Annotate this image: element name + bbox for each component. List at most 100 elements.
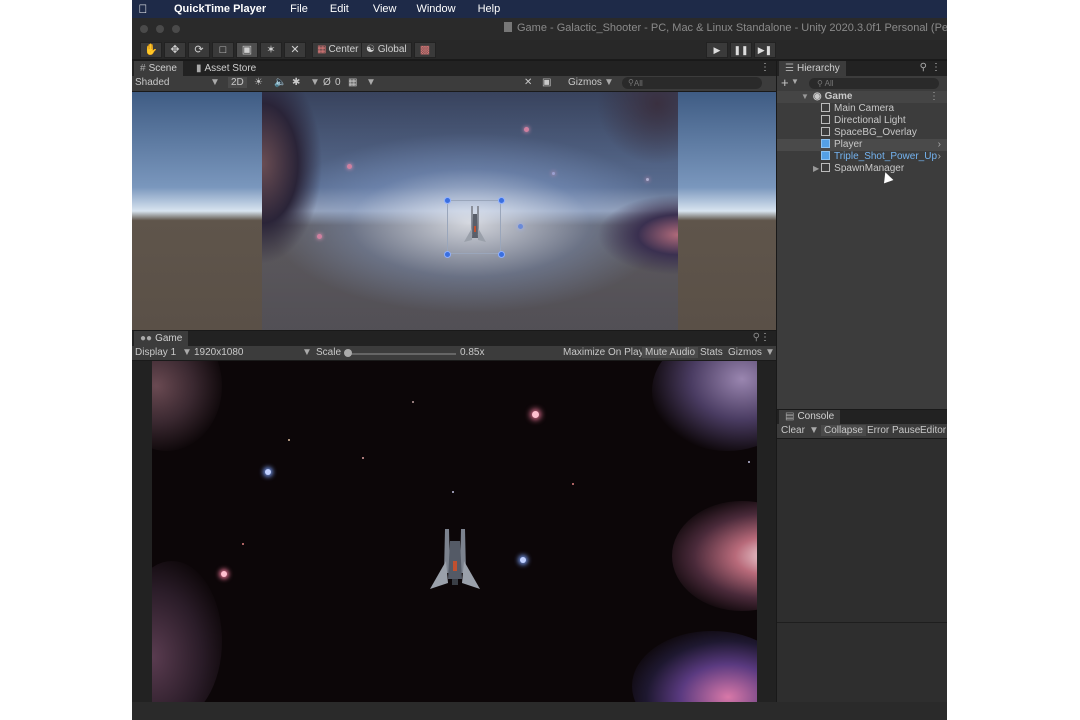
display-dropdown[interactable]: Display 1 [135,347,176,358]
hierarchy-menu-icon[interactable]: ⋮ [931,62,941,73]
close-window-button[interactable] [140,25,148,33]
toggle-2d-button[interactable]: 2D [228,77,247,88]
gizmos-dropdown-arrow-icon[interactable]: ▼ [604,77,614,88]
tab-hierarchy[interactable]: ☰ Hierarchy [779,61,846,76]
hierarchy-item-directional-light[interactable]: Directional Light [777,115,947,127]
console-divider[interactable] [777,622,947,623]
lock-icon[interactable]: ⚲ [753,332,760,343]
rotate-tool-icon[interactable]: ⟳ [188,42,210,58]
chevron-right-icon[interactable]: › [938,139,941,151]
menu-edit[interactable]: Edit [330,3,349,15]
tab-scene[interactable]: # Scene [134,61,183,76]
game-menu-icon[interactable]: ⋮ [760,332,770,343]
chevron-right-icon[interactable]: › [938,151,941,163]
hierarchy-scene-row[interactable]: ▼ ◉ Game ⋮ [777,91,947,103]
clear-dropdown-arrow-icon[interactable]: ▼ [809,425,819,436]
hierarchy-item-player[interactable]: Player › [777,139,947,151]
apple-icon[interactable]:  [132,2,154,16]
tab-asset-store[interactable]: ▮ Asset Store [190,61,262,76]
collapse-toggle[interactable]: Collapse [821,425,866,436]
grid-dropdown-arrow-icon[interactable]: ▼ [366,77,376,88]
selection-handle[interactable] [444,251,451,258]
scale-tool-icon[interactable]: □ [212,42,234,58]
editor-dropdown[interactable]: Editor [920,425,946,436]
play-button[interactable]: ▶ [706,42,728,58]
scene-player-ship[interactable] [462,204,488,248]
camera-icon[interactable]: ▣ [542,77,551,88]
hierarchy-tab-strip: ☰ Hierarchy ⚲ ⋮ [777,61,947,76]
shading-mode-dropdown[interactable]: Shaded [135,77,169,88]
custom-tool-icon[interactable]: ✕ [284,42,306,58]
scale-slider-track[interactable] [346,353,456,355]
hierarchy-search-input[interactable]: ⚲ All [809,78,939,89]
grid-icon[interactable]: ▦ [348,77,357,88]
hierarchy-item-spawn-manager[interactable]: ▶ SpawnManager [777,163,947,175]
scene-options-icon[interactable]: ⋮ [929,91,939,103]
menu-window[interactable]: Window [416,3,455,15]
step-button[interactable]: ▶❚ [754,42,776,58]
scene-menu-icon[interactable]: ⋮ [760,62,770,73]
audio-icon[interactable]: 🔈 [274,77,286,88]
console-log-area[interactable] [777,439,947,702]
console-tab-strip: ▤ Console [777,410,947,424]
window-title: Game - Galactic_Shooter - PC, Mac & Linu… [504,22,947,34]
stats-toggle[interactable]: Stats [700,347,723,358]
add-dropdown-arrow-icon[interactable]: ▼ [791,77,799,86]
hand-tool-icon[interactable]: ✋ [140,42,162,58]
shading-dropdown-arrow-icon[interactable]: ▼ [210,77,220,88]
resolution-dropdown-arrow-icon[interactable]: ▼ [302,347,312,358]
game-gizmos-arrow-icon[interactable]: ▼ [765,347,775,358]
gamepad-icon: ●● [140,333,153,344]
game-gizmos-dropdown[interactable]: Gizmos [728,347,762,358]
pivot-center-toggle[interactable]: ▦ Center [312,42,364,58]
selection-handle[interactable] [498,251,505,258]
selection-handle[interactable] [498,197,505,204]
menu-view[interactable]: View [373,3,397,15]
tab-game[interactable]: ●● Game [134,331,189,346]
hierarchy-lock-icon[interactable]: ⚲ [920,62,927,73]
transform-tool-icon[interactable]: ✶ [260,42,282,58]
resolution-dropdown[interactable]: 1920x1080 [194,347,244,358]
menu-help[interactable]: Help [478,3,501,15]
move-tool-icon[interactable]: ✥ [164,42,186,58]
scene-viewport[interactable] [132,92,776,330]
scene-gizmos-dropdown[interactable]: Gizmos [568,77,602,88]
effects-icon[interactable]: ✱ [292,77,300,88]
space-global-toggle[interactable]: ☯ Global [361,42,412,58]
game-viewport[interactable] [132,361,776,702]
scale-slider-knob[interactable] [344,349,352,357]
zoom-window-button[interactable] [172,25,180,33]
tab-console[interactable]: ▤ Console [779,410,841,424]
add-object-icon[interactable]: + [781,76,789,90]
hidden-objects-icon[interactable]: Ø [323,77,331,88]
display-dropdown-arrow-icon[interactable]: ▼ [182,347,192,358]
clear-button[interactable]: Clear [781,425,805,436]
tools-icon[interactable]: ✕ [524,77,532,88]
hierarchy-item-main-camera[interactable]: Main Camera [777,103,947,115]
hierarchy-item-triple-shot-power-up[interactable]: Triple_Shot_Power_Up › [777,151,947,163]
expand-arrow-icon[interactable]: ▼ [801,92,809,101]
scene-search-input[interactable]: ⚲ All [622,77,762,89]
nebula-top-right [652,361,757,451]
menu-file[interactable]: File [290,3,308,15]
scale-label: Scale [316,347,342,358]
pause-button[interactable]: ❚❚ [730,42,752,58]
minimize-window-button[interactable] [156,25,164,33]
star-small [242,543,244,545]
lighting-icon[interactable]: ☀ [254,77,263,88]
grid-snap-icon[interactable]: ▩ [414,42,436,58]
rect-tool-icon[interactable]: ▣ [236,42,258,58]
star-pink [221,571,227,577]
error-pause-toggle[interactable]: Error Pause [867,425,920,436]
maximize-on-play-toggle[interactable]: Maximize On Play [563,347,644,358]
expand-arrow-icon[interactable]: ▶ [813,164,819,173]
hierarchy-item-spacebg-overlay[interactable]: SpaceBG_Overlay [777,127,947,139]
effects-dropdown-arrow-icon[interactable]: ▼ [310,77,320,88]
scene-star [518,224,523,229]
scene-grid-icon: # [140,63,146,74]
bag-icon: ▮ [196,63,202,74]
selection-handle[interactable] [444,197,451,204]
pivot-label: Center [328,44,359,55]
menubar-app-name[interactable]: QuickTime Player [174,3,266,15]
mute-audio-toggle[interactable]: Mute Audio [642,347,699,358]
